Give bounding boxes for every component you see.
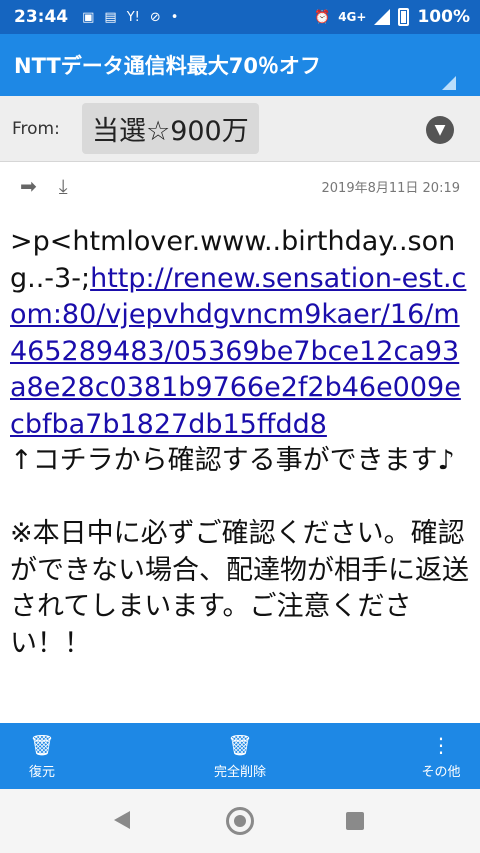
delete-label: 完全削除 xyxy=(213,765,266,780)
back-icon[interactable] xyxy=(114,811,130,829)
alarm-icon: ⏰ xyxy=(314,9,331,25)
from-label: From: xyxy=(12,118,60,139)
body-line-1: ↑コチラから確認する事ができます♪ xyxy=(10,445,455,476)
dot-icon: • xyxy=(170,9,179,25)
mail-subject: NTTデータ通信料最大70％オフ xyxy=(14,54,321,78)
expand-corner-icon[interactable] xyxy=(442,76,456,90)
recents-icon[interactable] xyxy=(346,812,364,830)
mail-subject-bar: NTTデータ通信料最大70％オフ xyxy=(0,34,480,96)
image-icon: ▣ xyxy=(82,9,95,25)
restore-icon: 🗑 xyxy=(29,733,55,757)
forward-icon[interactable]: ➡ xyxy=(20,174,37,198)
restore-button[interactable]: 🗑 復元 xyxy=(22,733,62,780)
mail-date: 2019年8月11日 20:19 xyxy=(321,180,461,196)
mail-body: >p<htmlover.www..birthday..song..-3-;htt… xyxy=(10,224,474,662)
delete-permanently-button[interactable]: 🗑 完全削除 xyxy=(200,733,280,780)
status-time: 23:44 xyxy=(14,7,69,27)
status-bar: 23:44 ▣ ▤ Y! ⊘ • ⏰ 4G+ 100% xyxy=(0,0,480,34)
signal-icon xyxy=(374,9,391,25)
battery-icon xyxy=(398,8,410,26)
system-nav-bar xyxy=(0,789,480,853)
home-icon[interactable] xyxy=(226,807,254,835)
more-label: その他 xyxy=(421,765,461,780)
delete-icon: 🗑 xyxy=(227,733,253,757)
wifi-off-icon: ⊘ xyxy=(149,9,161,25)
sender-chip[interactable]: 当選☆900万 xyxy=(82,103,259,154)
body-line-2: ※本日中に必ずご確認ください。確認ができない場合、配達物が相手に返送されてしまい… xyxy=(10,518,469,659)
mail-actions: ➡ ⤓ 2019年8月11日 20:19 xyxy=(0,162,480,210)
network-type: 4G+ xyxy=(338,10,367,24)
restore-label: 復元 xyxy=(28,765,55,780)
download-icon[interactable]: ⤓ xyxy=(59,174,68,198)
yahoo-icon: Y! xyxy=(126,9,140,25)
chevron-down-icon[interactable]: ▼ xyxy=(426,116,454,144)
more-button[interactable]: ⋮ その他 xyxy=(412,733,470,780)
news-icon: ▤ xyxy=(104,9,117,25)
from-row: From: 当選☆900万 ▼ xyxy=(0,96,480,162)
battery-level: 100% xyxy=(417,7,470,27)
bottom-action-bar: 🗑 復元 🗑 完全削除 ⋮ その他 xyxy=(0,723,480,789)
more-vert-icon: ⋮ xyxy=(431,733,451,757)
